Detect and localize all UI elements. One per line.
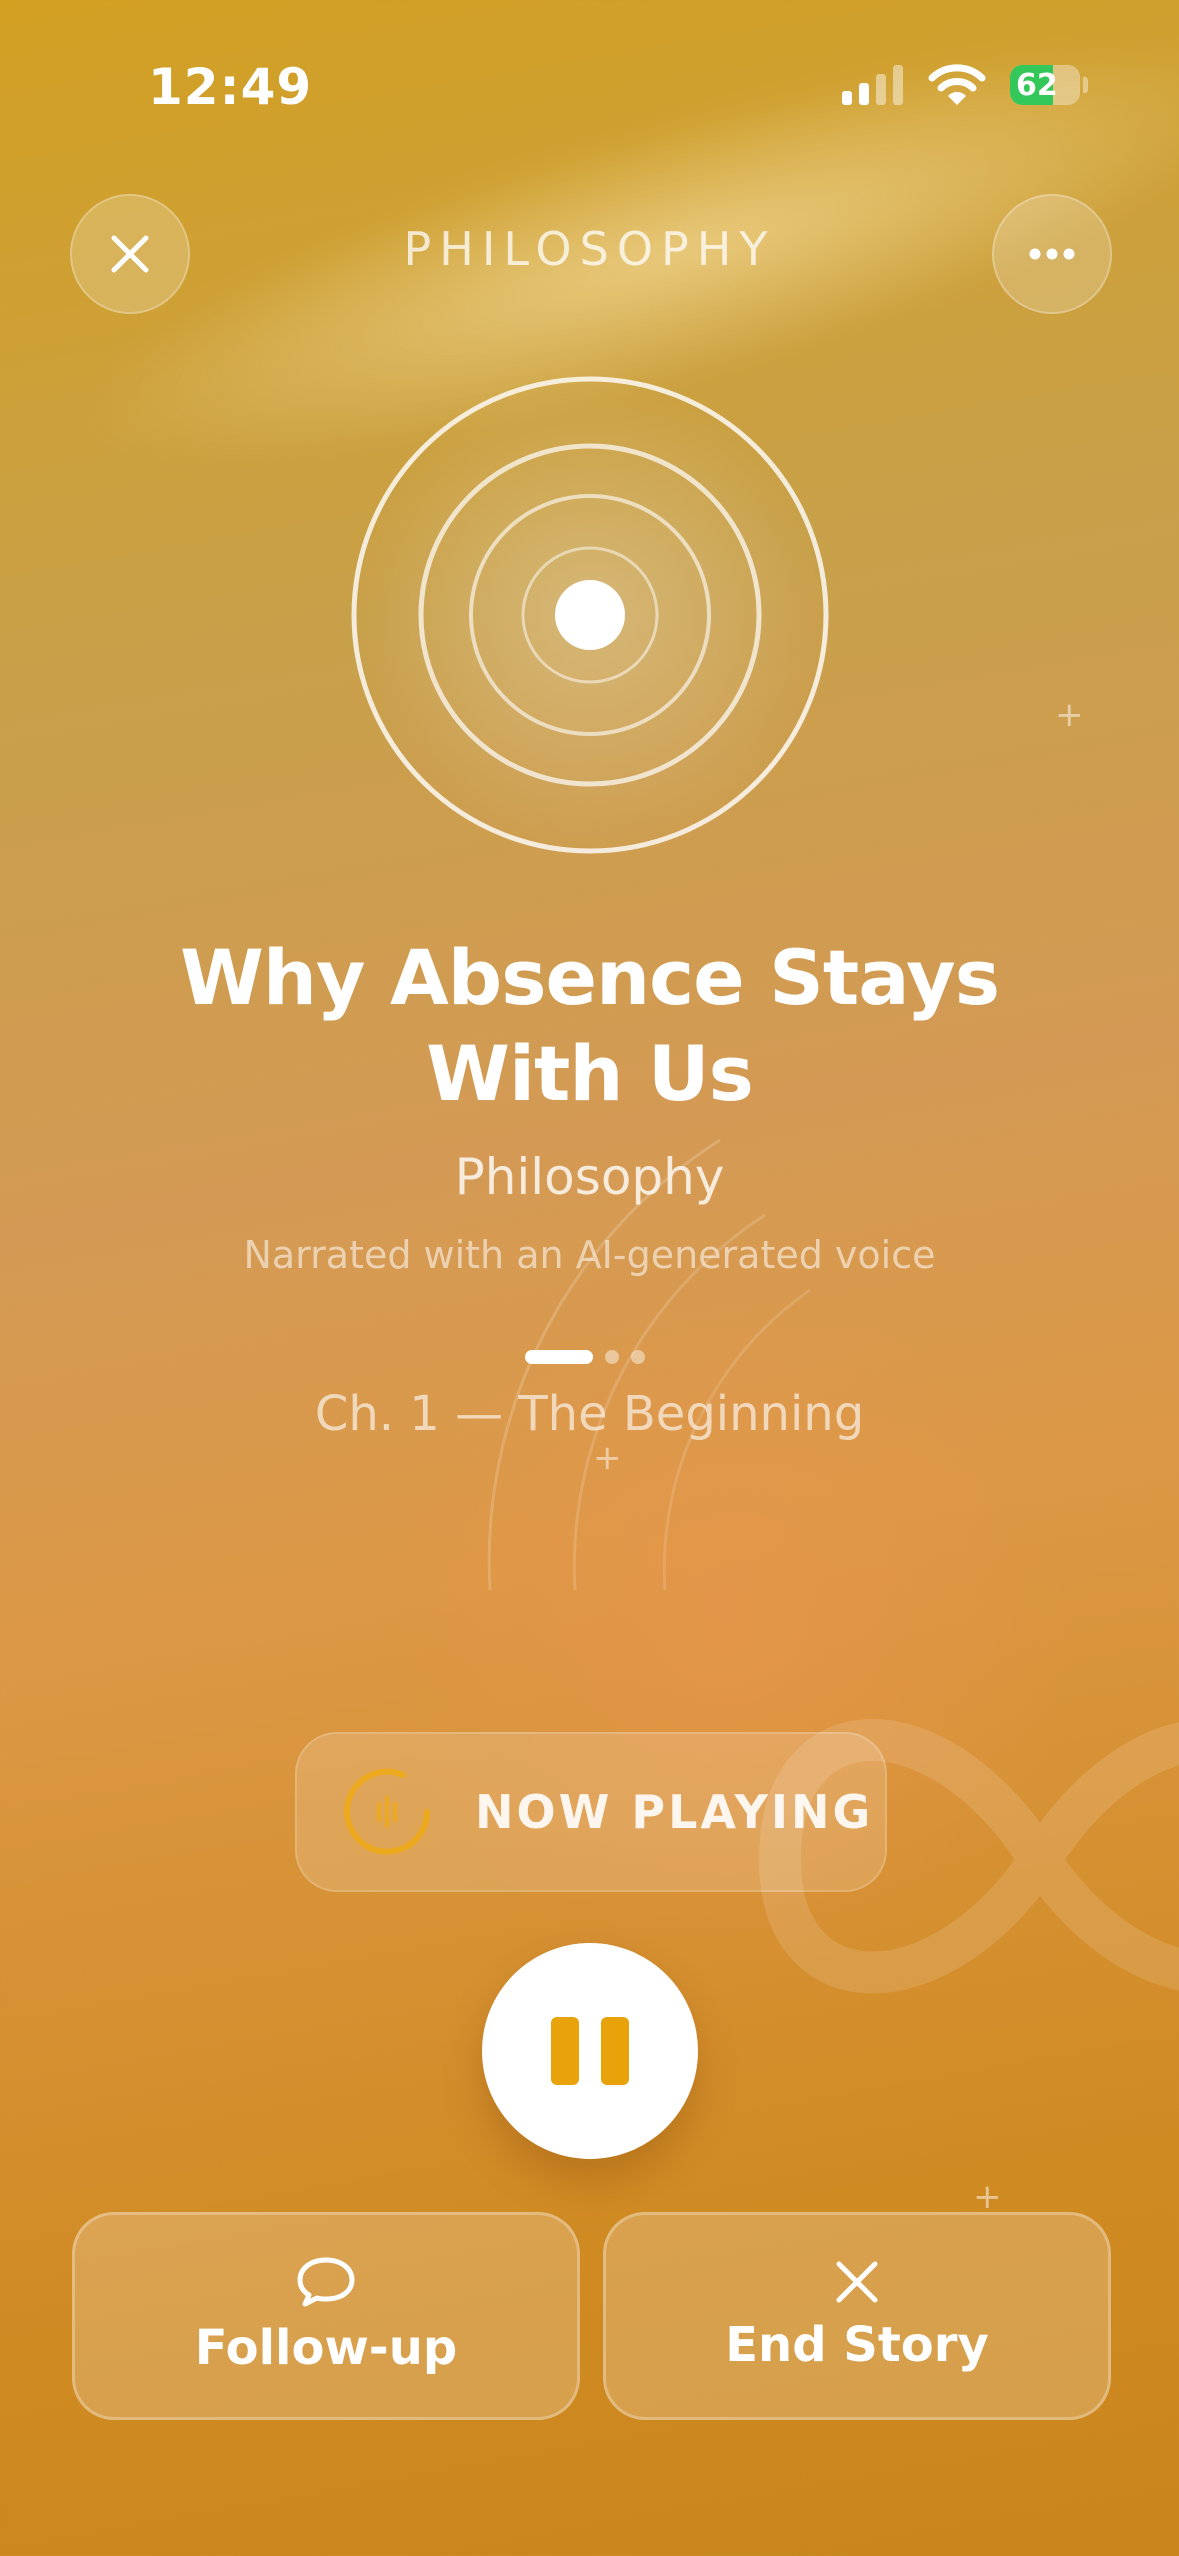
follow-up-label: Follow-up xyxy=(194,2320,458,2376)
page-dot xyxy=(605,1350,619,1364)
story-category: Philosophy xyxy=(454,1148,725,1206)
chat-bubble-icon xyxy=(297,2257,355,2307)
story-title: Why Absence Stays With Us xyxy=(180,933,1000,1118)
story-artwork xyxy=(351,376,829,854)
battery-percentage: 62 xyxy=(1016,68,1058,103)
audio-wave-icon xyxy=(344,1768,430,1855)
now-playing-pill: NOW PLAYING xyxy=(295,1732,887,1892)
narration-note: Narrated with an AI-generated voice xyxy=(243,1233,936,1277)
sparkle-icon: + xyxy=(1055,695,1084,735)
sparkle-icon: + xyxy=(593,1438,622,1478)
chapter-label: Ch. 1 — The Beginning xyxy=(314,1386,865,1442)
end-story-button[interactable]: End Story xyxy=(603,2212,1111,2420)
page-indicator xyxy=(525,1350,645,1364)
now-playing-label: NOW PLAYING xyxy=(475,1785,874,1839)
status-time: 12:49 xyxy=(148,58,313,116)
pause-icon xyxy=(551,2017,579,2085)
page-dot xyxy=(631,1350,645,1364)
page-dot-active xyxy=(525,1350,593,1364)
follow-up-button[interactable]: Follow-up xyxy=(72,2212,580,2420)
battery-indicator: 62 xyxy=(1010,65,1088,105)
wifi-icon xyxy=(928,64,986,105)
signal-icon xyxy=(842,65,903,105)
pause-button[interactable] xyxy=(482,1943,698,2159)
status-icons: 62 xyxy=(840,60,1088,110)
sparkle-icon: + xyxy=(973,2177,1002,2217)
more-options-button[interactable] xyxy=(992,194,1112,314)
end-story-label: End Story xyxy=(725,2317,989,2373)
close-icon xyxy=(836,2261,878,2303)
more-icon xyxy=(1029,248,1075,260)
